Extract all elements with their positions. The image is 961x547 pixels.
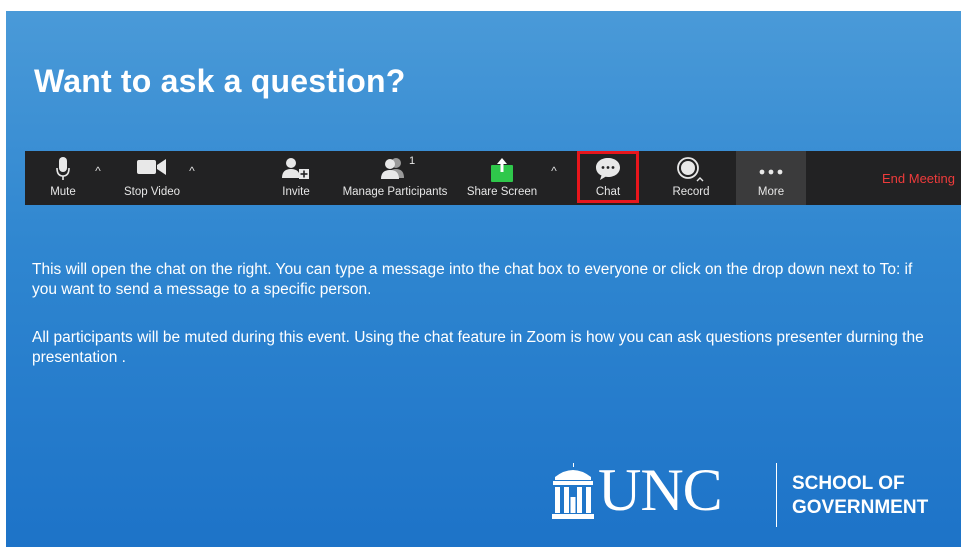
audio-options-caret-icon[interactable]: ^ [91,165,105,177]
share-screen-button[interactable]: Share Screen [461,151,543,205]
record-button[interactable]: Record [661,151,721,205]
more-dots-icon [759,162,783,180]
share-screen-label: Share Screen [466,186,538,198]
share-options-caret-icon[interactable]: ^ [547,165,561,177]
participant-count-badge: 1 [409,155,416,167]
old-well-logo-icon [551,463,595,526]
record-label: Record [672,186,710,198]
video-camera-icon [137,157,167,182]
share-screen-icon [489,157,515,188]
invite-button[interactable]: Invite [271,151,321,205]
zoom-toolbar: Mute ^ Stop Video ^ Invite 1 Manage Part… [25,151,961,205]
unc-wordmark: UNC [598,457,723,523]
logo-divider [776,463,777,527]
record-icon [676,157,706,188]
manage-participants-button[interactable]: 1 Manage Participants [333,151,457,205]
mute-label: Mute [50,186,76,198]
more-label: More [757,186,785,198]
school-of-line: SCHOOL OF [792,473,905,494]
mute-button[interactable]: Mute [35,151,91,205]
school-of-government-wordmark: SCHOOL OF GOVERNMENT [792,472,928,520]
chat-highlight-box [577,151,639,203]
slide-title: Want to ask a question? [34,63,406,99]
participants-icon [377,157,413,186]
more-button[interactable]: More [736,151,806,205]
muted-notice-paragraph: All participants will be muted during th… [32,329,924,366]
instruction-paragraph: This will open the chat on the right. Yo… [32,261,913,298]
slide: Want to ask a question? Mute ^ Stop Vide… [6,11,961,547]
end-meeting-button[interactable]: End Meeting [845,171,955,186]
stop-video-label: Stop Video [123,186,181,198]
manage-participants-label: Manage Participants [342,186,448,198]
microphone-icon [56,157,70,186]
stop-video-button[interactable]: Stop Video [109,151,195,205]
add-user-icon [282,157,310,186]
government-line: GOVERNMENT [792,497,929,518]
video-options-caret-icon[interactable]: ^ [185,165,199,177]
invite-label: Invite [282,186,310,198]
